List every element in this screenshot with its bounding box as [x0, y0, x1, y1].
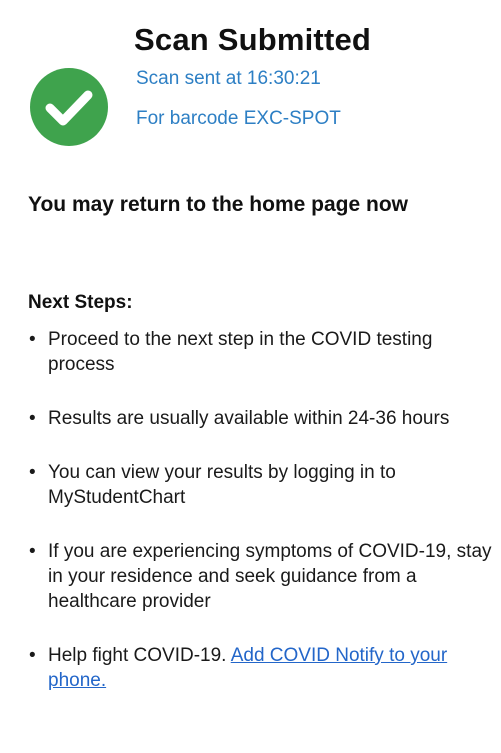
step-text: You can view your results by logging in …	[48, 462, 396, 508]
check-circle-icon	[30, 68, 108, 146]
bullet-icon: •	[29, 329, 36, 350]
list-item: • Results are usually available within 2…	[28, 406, 498, 431]
page-title: Scan Submitted	[134, 22, 372, 57]
step-text: If you are experiencing symptoms of COVI…	[48, 541, 492, 612]
list-item: • Proceed to the next step in the COVID …	[28, 327, 498, 377]
next-steps-list: • Proceed to the next step in the COVID …	[28, 327, 498, 722]
scan-confirmation-page: Scan Submitted Scan sent at 16:30:21 For…	[0, 0, 501, 753]
list-item: • Help fight COVID-19. Add COVID Notify …	[28, 643, 498, 693]
scan-time-text: Scan sent at 16:30:21	[136, 68, 321, 89]
bullet-icon: •	[29, 645, 36, 666]
step-text: Help fight COVID-19.	[48, 645, 231, 666]
list-item: • You can view your results by logging i…	[28, 460, 498, 510]
step-text: Proceed to the next step in the COVID te…	[48, 329, 433, 375]
step-text: Results are usually available within 24-…	[48, 408, 450, 429]
bullet-icon: •	[29, 541, 36, 562]
list-item: • If you are experiencing symptoms of CO…	[28, 539, 498, 614]
barcode-text: For barcode EXC-SPOT	[136, 108, 341, 129]
checkmark-icon	[45, 90, 93, 126]
next-steps-heading: Next Steps:	[28, 292, 133, 313]
scan-header: Scan Submitted Scan sent at 16:30:21 For…	[0, 0, 501, 160]
return-home-message: You may return to the home page now	[28, 193, 408, 216]
bullet-icon: •	[29, 462, 36, 483]
bullet-icon: •	[29, 408, 36, 429]
